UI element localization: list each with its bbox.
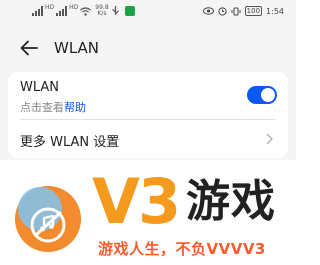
wlan-row-subtitle: 点击查看帮助 xyxy=(20,99,86,115)
clock: 1:54 xyxy=(266,6,284,16)
more-wlan-settings-label: 更多 WLAN 设置 xyxy=(20,135,120,150)
title-bar: WLAN xyxy=(0,26,296,70)
wlan-row-title: WLAN xyxy=(20,80,60,95)
help-link[interactable]: 帮助 xyxy=(64,101,86,114)
brand-slogan: 游戏人生，不负VVVV3 xyxy=(98,240,266,258)
status-left-icons: HD HD 99.8 K/s xyxy=(32,5,135,17)
more-wlan-settings-row[interactable]: 更多 WLAN 设置 xyxy=(8,120,288,158)
status-bar: HD HD 99.8 K/s 100 1:54 xyxy=(0,0,296,26)
vibrate-icon xyxy=(231,7,241,15)
network-speed: 99.8 K/s xyxy=(95,5,108,17)
brand-mark: V3 xyxy=(92,165,181,238)
usb-icon xyxy=(111,6,119,15)
brand-name: 游戏 xyxy=(186,176,276,227)
battery-indicator: 100 xyxy=(244,6,263,16)
wlan-toggle-row[interactable]: WLAN 点击查看帮助 xyxy=(8,72,288,119)
alarm-icon xyxy=(218,6,227,16)
back-arrow-icon[interactable] xyxy=(20,40,38,56)
chevron-right-icon xyxy=(266,133,273,145)
game-logo-icon xyxy=(15,186,81,252)
app-notification-icon xyxy=(124,6,135,16)
eye-comfort-icon xyxy=(202,7,214,15)
network-type-label-2: HD xyxy=(69,4,79,11)
wlan-switch-knob xyxy=(261,88,275,102)
wlan-switch[interactable] xyxy=(247,86,277,104)
network-speed-unit: K/s xyxy=(97,10,107,17)
signal-icon xyxy=(32,6,43,16)
wifi-icon xyxy=(80,6,92,16)
watermark-banner: V3 游戏 游戏人生，不负VVVV3 xyxy=(0,162,296,265)
wlan-subtitle-text: 点击查看 xyxy=(20,101,64,114)
wlan-settings-card: WLAN 点击查看帮助 更多 WLAN 设置 xyxy=(8,72,288,158)
page-title: WLAN xyxy=(54,39,100,57)
status-right-icons: 100 1:54 xyxy=(202,6,284,16)
network-type-label: HD xyxy=(45,4,55,11)
signal-icon-2 xyxy=(56,6,68,16)
